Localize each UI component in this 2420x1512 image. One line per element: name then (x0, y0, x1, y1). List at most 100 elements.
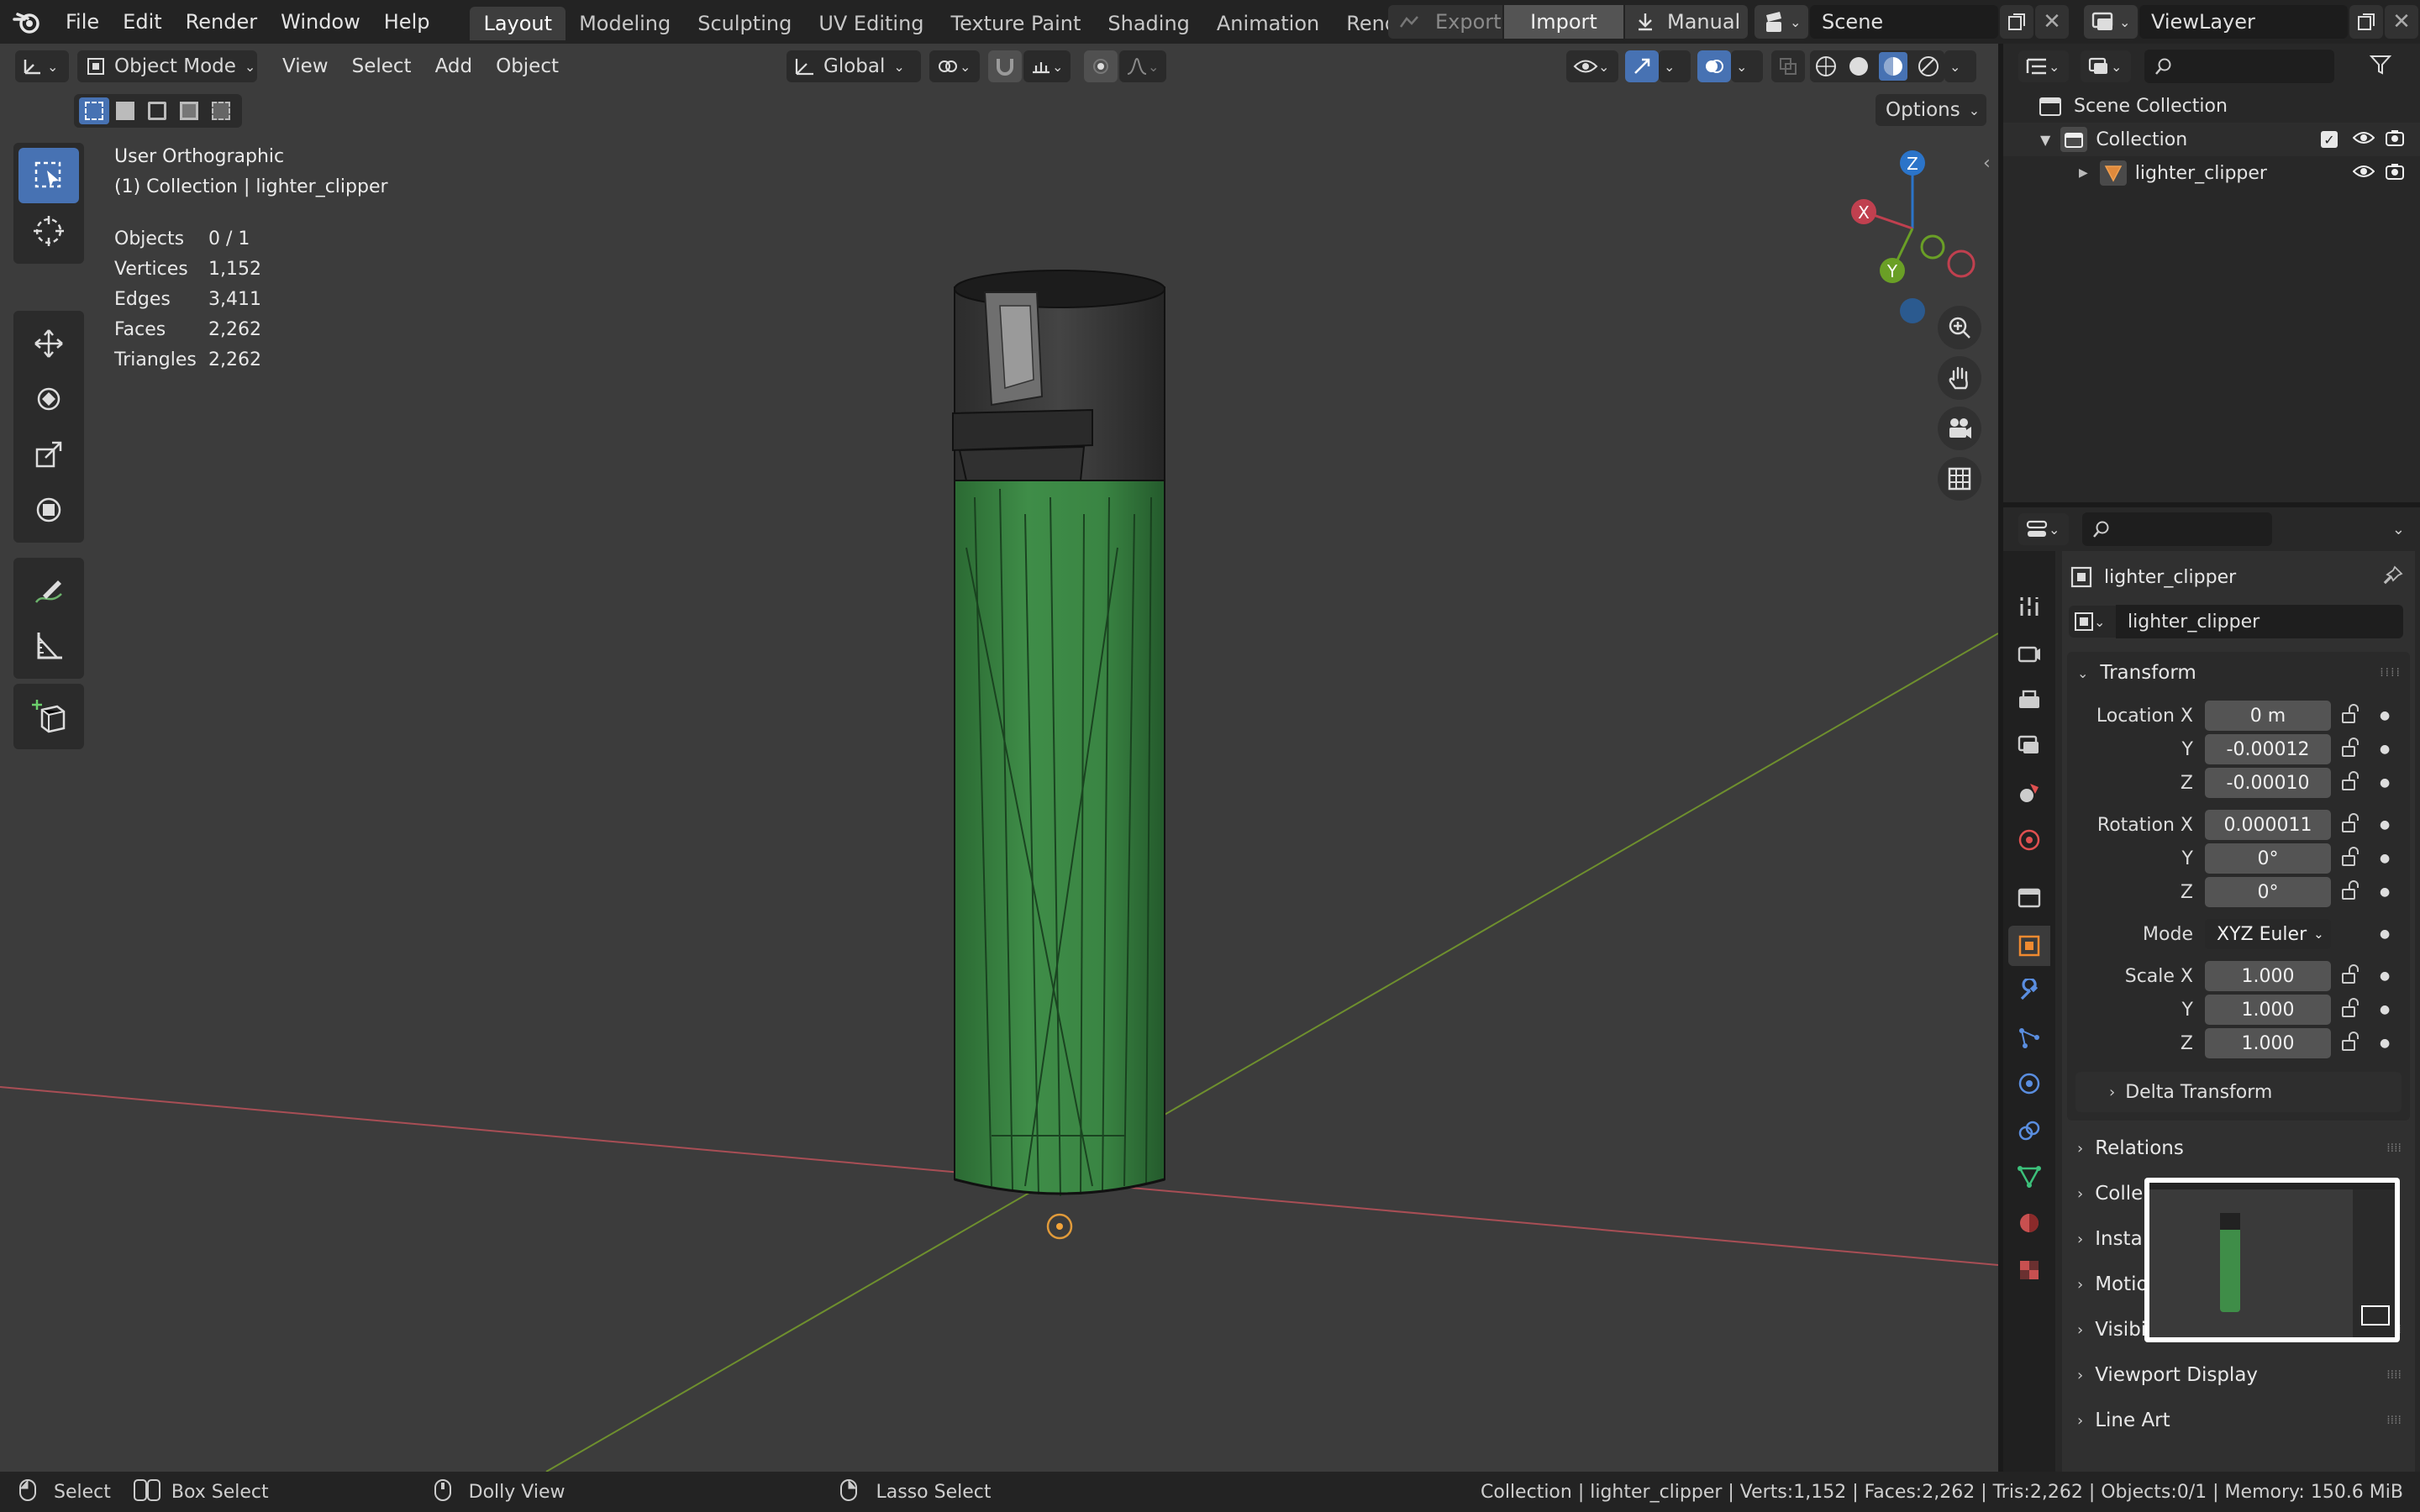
select-intersect-icon[interactable] (205, 97, 237, 124)
tree-item-scene-collection[interactable]: Scene Collection (2003, 89, 2420, 123)
relations-panel[interactable]: › Relations ⁞⁞⁞⁞ (2067, 1126, 2410, 1171)
rotation-z-field[interactable]: 0° (2205, 877, 2331, 907)
select-invert-icon[interactable] (173, 97, 205, 124)
keyframe-dot-icon[interactable]: ● (2380, 1037, 2390, 1050)
keyframe-dot-icon[interactable]: ● (2380, 743, 2390, 756)
properties-search-input[interactable] (2082, 512, 2272, 546)
gizmo-neg-x-axis[interactable] (1947, 249, 1975, 278)
pan-hand-icon[interactable] (1938, 356, 1981, 400)
keyframe-dot-icon[interactable]: ● (2380, 852, 2390, 865)
outliner-editor-type[interactable]: ⌄ (2018, 50, 2069, 82)
sidebar-toggle-icon[interactable]: ‹ (1983, 153, 1991, 174)
move-tool[interactable] (18, 316, 79, 371)
scene-name-field[interactable]: Scene (1810, 5, 1998, 39)
wireframe-shading-icon[interactable] (1814, 55, 1838, 78)
pin-icon[interactable] (2383, 565, 2403, 589)
tree-item-object[interactable]: ▶ lighter_clipper (2003, 156, 2420, 190)
location-y-field[interactable]: -0.00012 (2205, 734, 2331, 764)
delete-viewlayer-icon[interactable]: ✕ (2385, 5, 2418, 39)
physics-tab-icon[interactable] (2012, 1067, 2046, 1100)
chevron-down-icon[interactable]: ⌄ (2392, 521, 2405, 538)
menu-select[interactable]: Select (340, 55, 424, 77)
filter-icon[interactable] (2369, 54, 2392, 79)
menu-file[interactable]: File (54, 0, 111, 44)
rotation-x-field[interactable]: 0.000011 (2205, 810, 2331, 840)
manual-button[interactable]: Manual (1625, 5, 1748, 39)
keyframe-dot-icon[interactable]: ● (2380, 969, 2390, 983)
mode-dropdown[interactable]: Object Mode ⌄ (77, 50, 257, 82)
collapse-triangle-icon[interactable]: ▼ (2040, 132, 2050, 148)
keyframe-dot-icon[interactable]: ● (2380, 776, 2390, 790)
world-tab-icon[interactable] (2012, 823, 2046, 857)
keyframe-dot-icon[interactable]: ● (2380, 1003, 2390, 1016)
drag-handle-icon[interactable]: ⁞⁞⁞⁞ (2386, 1142, 2402, 1155)
scene-browse-button[interactable]: ⌄ (1754, 5, 1808, 39)
camera-view-icon[interactable] (1938, 407, 1981, 450)
drag-handle-icon[interactable]: ⁞⁞⁞⁞ (2386, 1414, 2402, 1427)
tab-uv-editing[interactable]: UV Editing (805, 7, 937, 40)
object-name-field[interactable]: lighter_clipper (2116, 605, 2403, 638)
view-layer-tab-icon[interactable] (2012, 729, 2046, 763)
viewlayer-browse-button[interactable]: ⌄ (2084, 5, 2138, 39)
solid-shading-icon[interactable] (1847, 55, 1870, 78)
proportional-edit-toggle[interactable] (1084, 50, 1118, 82)
line-art-panel[interactable]: › Line Art ⁞⁞⁞⁞ (2067, 1398, 2410, 1443)
viewport-display-panel[interactable]: › Viewport Display ⁞⁞⁞⁞ (2067, 1352, 2410, 1398)
add-cube-tool[interactable] (18, 689, 79, 744)
measure-tool[interactable] (18, 618, 79, 674)
location-z-field[interactable]: -0.00010 (2205, 768, 2331, 798)
editor-type-button[interactable]: ⌄ (15, 50, 69, 82)
scale-y-field[interactable]: 1.000 (2205, 995, 2331, 1025)
menu-render[interactable]: Render (174, 0, 269, 44)
lock-icon[interactable] (2341, 998, 2363, 1021)
display-mode-dropdown[interactable]: ⌄ (2081, 50, 2131, 82)
drag-handle-icon[interactable]: ⁞⁞⁞⁞ (2380, 666, 2402, 680)
menu-edit[interactable]: Edit (111, 0, 173, 44)
modifier-wrench-icon[interactable] (2012, 974, 2046, 1008)
constraints-tab-icon[interactable] (2012, 1114, 2046, 1147)
render-camera-icon[interactable] (2385, 129, 2405, 150)
tool-tab-icon[interactable] (2012, 590, 2046, 623)
render-tab-icon[interactable] (2012, 637, 2046, 670)
rendered-shading-icon[interactable] (1917, 55, 1940, 78)
rotation-mode-dropdown[interactable]: XYZ Euler ⌄ (2205, 919, 2331, 949)
texture-tab-icon[interactable] (2012, 1253, 2046, 1287)
tab-shading[interactable]: Shading (1094, 7, 1203, 40)
expand-triangle-icon[interactable]: ▶ (2079, 166, 2088, 180)
outliner-search-input[interactable] (2144, 50, 2334, 83)
lighter-clipper-mesh[interactable] (952, 270, 1165, 1240)
lock-icon[interactable] (2341, 964, 2363, 988)
gizmo-dropdown[interactable]: ⌄ (1659, 50, 1691, 82)
gizmo-neg-z-axis[interactable] (1900, 298, 1925, 323)
gizmo-toggle[interactable] (1625, 50, 1659, 82)
scene-tab-icon[interactable] (2012, 776, 2046, 810)
datablock-browse-button[interactable]: ⌄ (2069, 606, 2116, 638)
overlay-toggle[interactable] (1697, 50, 1731, 82)
lock-icon[interactable] (2341, 738, 2363, 761)
keyframe-dot-icon[interactable]: ● (2380, 709, 2390, 722)
visibility-eye-icon[interactable] (2352, 130, 2375, 149)
collection-tab-icon[interactable] (2012, 880, 2046, 914)
render-camera-icon[interactable] (2385, 162, 2405, 184)
select-extend-icon[interactable] (109, 97, 141, 124)
3d-viewport[interactable]: ⌄ Object Mode ⌄ View Select Add Object G… (0, 44, 1998, 1472)
keyframe-dot-icon[interactable]: ● (2380, 885, 2390, 899)
menu-object[interactable]: Object (484, 55, 571, 77)
export-button[interactable]: Export (1388, 5, 1502, 39)
lock-icon[interactable] (2341, 1032, 2363, 1055)
snap-toggle[interactable] (988, 50, 1022, 82)
transform-tool[interactable] (18, 482, 79, 538)
tree-item-collection[interactable]: ▼ Collection ✓ (2003, 123, 2420, 156)
visibility-dropdown[interactable]: ⌄ (1566, 50, 1618, 82)
material-tab-icon[interactable] (2012, 1206, 2046, 1240)
properties-editor-type[interactable]: ⌄ (2018, 513, 2069, 545)
blender-logo-icon[interactable] (0, 0, 54, 44)
rotate-tool[interactable] (18, 371, 79, 427)
lock-icon[interactable] (2341, 704, 2363, 727)
tab-animation[interactable]: Animation (1203, 7, 1333, 40)
orientation-dropdown[interactable]: Global ⌄ (786, 50, 921, 82)
lock-icon[interactable] (2341, 847, 2363, 870)
tab-layout[interactable]: Layout (470, 7, 566, 40)
output-tab-icon[interactable] (2012, 684, 2046, 717)
lock-icon[interactable] (2341, 880, 2363, 904)
